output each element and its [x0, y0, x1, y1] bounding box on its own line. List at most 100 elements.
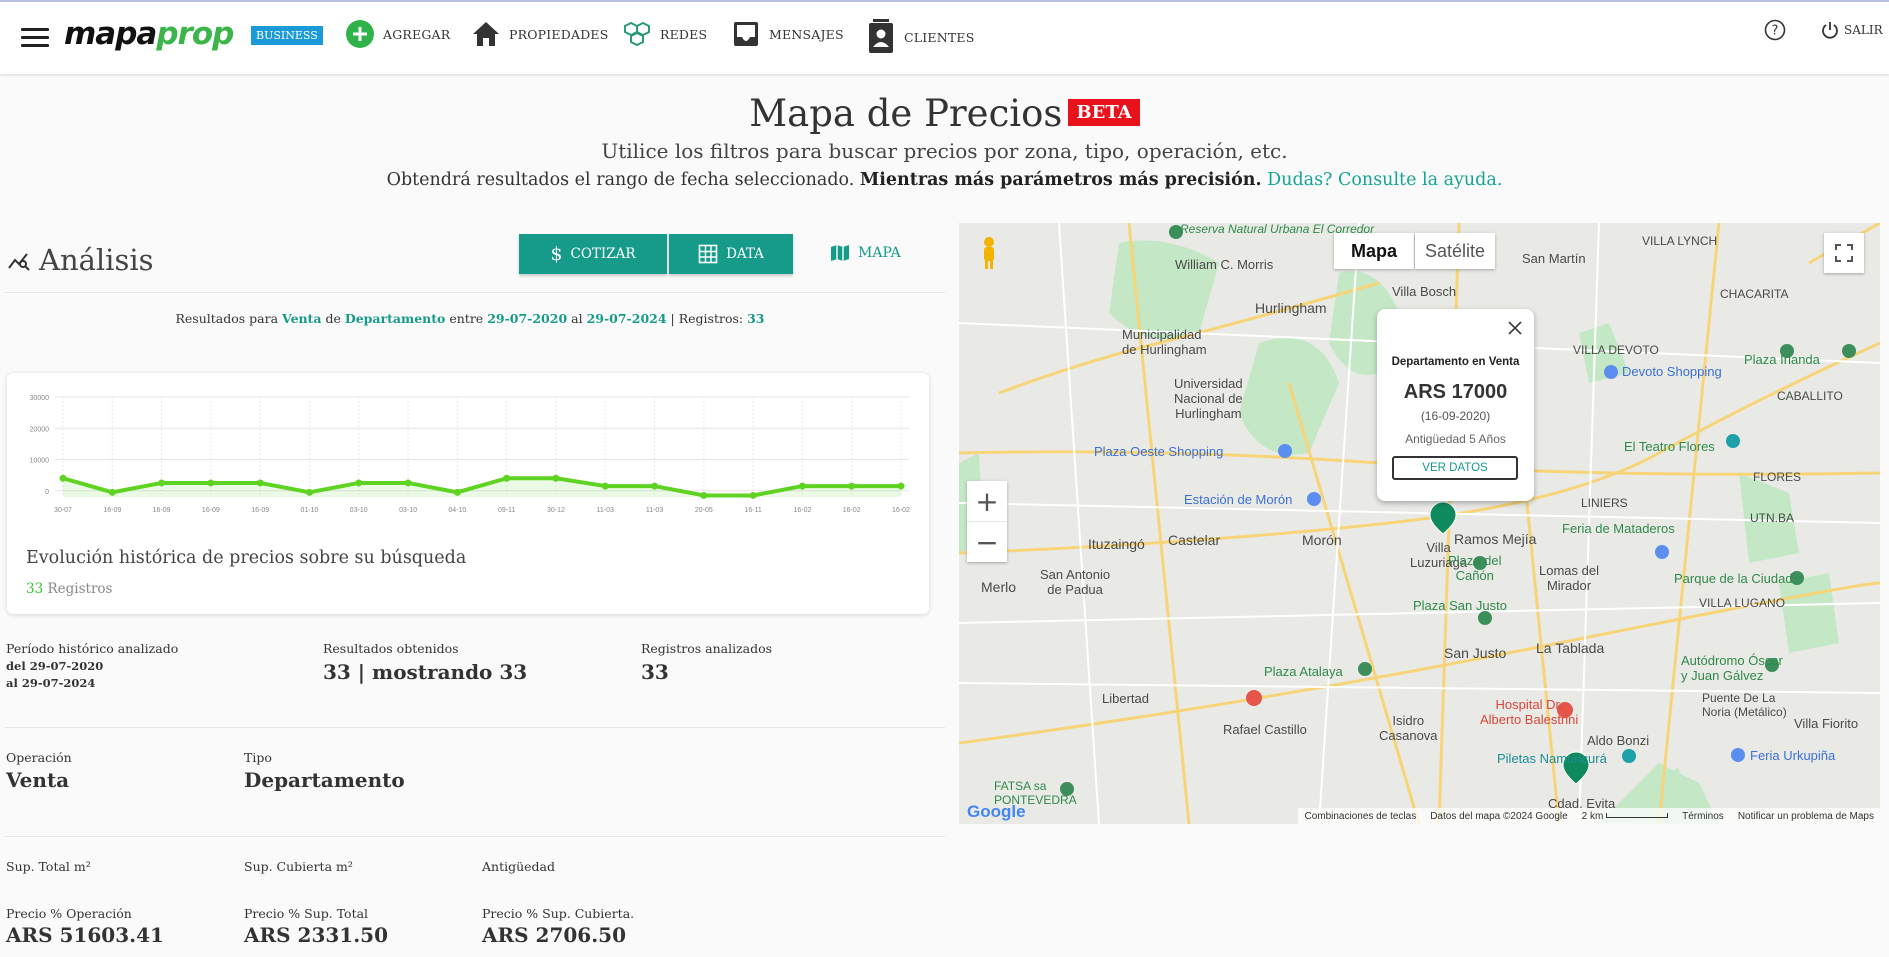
map-label: Libertad [1102, 691, 1149, 706]
nav-redes[interactable]: REDES [622, 19, 707, 49]
price-map[interactable]: Reserva Natural Urbana El Corredor Willi… [959, 223, 1880, 824]
page-hint: Obtendrá resultados el rango de fecha se… [386, 170, 1503, 190]
map-scale: 2 km [1582, 811, 1669, 822]
map-label: Villa Fiorito [1794, 716, 1859, 731]
map-label: Aldo Bonzi [1587, 733, 1650, 748]
terms-link[interactable]: Términos [1682, 811, 1724, 822]
map-label: Hurlingham [1255, 300, 1327, 316]
data-point [59, 474, 67, 482]
menu-icon[interactable] [21, 28, 49, 48]
map-data-credit: Datos del mapa ©2024 Google [1430, 810, 1568, 822]
map-label: Castelar [1168, 532, 1221, 548]
periodo-label: Período histórico analizado [6, 641, 179, 656]
data-point [897, 482, 905, 490]
transit-icon [1307, 492, 1321, 506]
nav-mensajes[interactable]: MENSAJES [731, 19, 844, 49]
registros-value: 33 [641, 660, 669, 684]
map-label: Piletas Namuncurá [1497, 751, 1607, 766]
tipo-value: Departamento [244, 768, 405, 792]
x-tick-label: 16-02 [793, 507, 811, 514]
map-label: VILLA LYNCH [1642, 234, 1718, 248]
fullscreen-button[interactable] [1824, 233, 1864, 273]
business-badge: BUSINESS [251, 26, 323, 45]
data-point [158, 479, 166, 487]
chart-count: 33 Registros [26, 581, 113, 597]
zoom-out-button[interactable]: − [967, 522, 1007, 562]
nav-clientes[interactable]: CLIENTES [866, 19, 975, 55]
map-label: Feria Urkupiña [1750, 748, 1836, 763]
help-link[interactable]: Dudas? Consulte la ayuda. [1267, 170, 1502, 190]
precio-operacion-value: ARS 51603.41 [6, 923, 164, 947]
map-label: Parque de la Ciudad [1674, 571, 1793, 586]
map-label: UTN.BA [1750, 511, 1795, 525]
divider [5, 836, 945, 837]
chart-caption: Evolución histórica de precios sobre su … [26, 548, 467, 568]
zoom-in-button[interactable]: + [967, 481, 1007, 522]
results-summary: Resultados para Venta de Departamento en… [175, 311, 765, 326]
map-label: Autódromo Óscar y Juan Gálvez [1681, 653, 1783, 683]
x-tick-label: 30-07 [54, 507, 72, 514]
data-button[interactable]: DATA [669, 234, 793, 274]
cotizar-button[interactable]: $ COTIZAR [519, 234, 667, 274]
data-point [207, 479, 215, 487]
table-icon [698, 244, 718, 264]
map-label: CABALLITO [1777, 389, 1843, 403]
precio-sup-total-label: Precio % Sup. Total [244, 906, 369, 921]
theater-icon [1726, 434, 1740, 448]
top-bar: mapaprop BUSINESS AGREGAR PROPIEDADES RE… [0, 0, 1889, 74]
map-label: Puente De La Noria (Metálico) [1702, 691, 1787, 719]
map-type-satelite-tab[interactable]: Satélite [1415, 233, 1495, 269]
help-icon[interactable]: ? [1764, 19, 1786, 41]
pegman-icon[interactable] [984, 237, 994, 269]
selected-property-marker[interactable] [1429, 501, 1457, 535]
operacion-label: Operación [6, 750, 72, 765]
svg-text:?: ? [1772, 24, 1779, 39]
data-point [256, 479, 264, 487]
x-tick-label: 16-09 [103, 507, 121, 514]
x-tick-label: 16-09 [202, 507, 220, 514]
report-problem-link[interactable]: Notificar un problema de Maps [1738, 811, 1874, 822]
page-subtitle: Utilice los filtros para buscar precios … [601, 139, 1288, 163]
add-circle-icon [346, 20, 374, 48]
price-history-chart: 30000 20000 10000 0 30-07 16-09 16-09 16-09 16-0… [30, 395, 911, 514]
map-label: Lomas del Mirador [1539, 563, 1599, 593]
divider [5, 727, 945, 728]
ver-datos-button[interactable]: VER DATOS [1392, 456, 1518, 480]
data-point [749, 491, 757, 499]
nav-clientes-label: CLIENTES [904, 29, 975, 45]
nav-agregar[interactable]: AGREGAR [345, 19, 450, 49]
nav-propiedades[interactable]: PROPIEDADES [471, 19, 609, 49]
close-icon[interactable] [1508, 321, 1522, 335]
google-logo: Google [967, 802, 1026, 821]
map-label: San Martín [1522, 251, 1586, 266]
x-tick-label: 16-02 [843, 507, 861, 514]
map-label: Municipalidad de Hurlingham [1122, 327, 1207, 357]
popup-title: Departamento en Venta [1391, 356, 1520, 368]
data-point [453, 488, 461, 496]
map-type-mapa-tab[interactable]: Mapa [1334, 233, 1414, 269]
mapa-button[interactable]: MAPA [830, 243, 901, 263]
map-label: Isidro Casanova [1379, 713, 1438, 743]
map-label: Merlo [981, 579, 1017, 595]
data-point [848, 482, 856, 490]
map-label: Devoto Shopping [1622, 364, 1722, 379]
hint-bold: Mientras más parámetros más precisión. [859, 170, 1262, 190]
logout-button[interactable]: SALIR [1820, 20, 1883, 40]
x-tick-label: 16-09 [153, 507, 171, 514]
precio-sup-cubierta-label: Precio % Sup. Cubierta. [482, 906, 635, 921]
property-popup: Departamento en Venta ARS 17000 (16-09-2… [1377, 309, 1534, 501]
y-tick-label: 20000 [30, 426, 50, 433]
home-icon [473, 22, 499, 46]
shopping-icon [1604, 365, 1618, 379]
logo[interactable]: mapaprop [64, 16, 234, 52]
data-point [798, 482, 806, 490]
map-label: Universidad Nacional de Hurlingham [1174, 376, 1243, 421]
nav-agregar-label: AGREGAR [383, 26, 451, 42]
data-point [552, 474, 560, 482]
park-icon [1358, 662, 1372, 676]
keyboard-shortcuts-link[interactable]: Combinaciones de teclas [1304, 811, 1416, 822]
x-tick-label: 03-10 [350, 507, 368, 514]
contacts-icon [869, 19, 893, 53]
shopping-icon [1278, 444, 1292, 458]
map-label: Feria de Mataderos [1562, 521, 1675, 536]
